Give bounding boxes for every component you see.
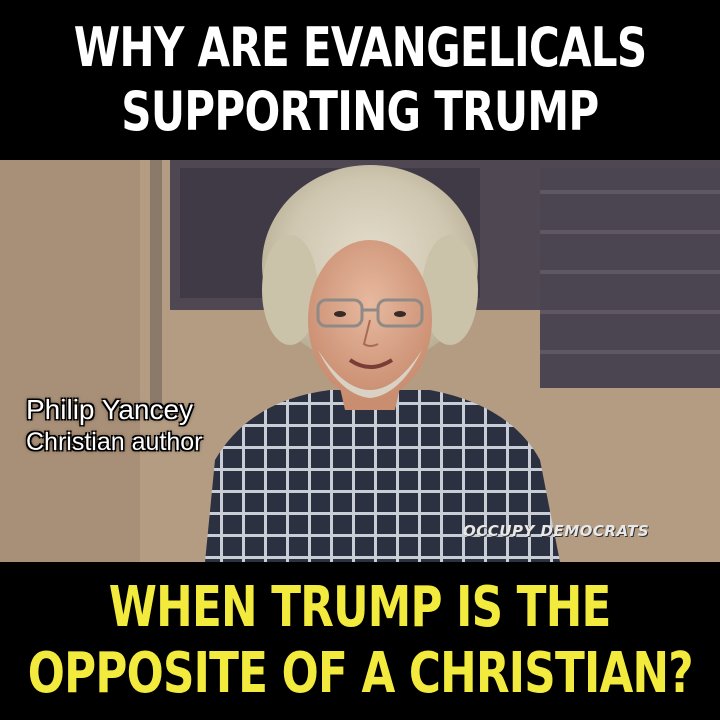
watermark-logo: OCCUPY DEMOCRATS — [463, 522, 650, 540]
headline-bottom-line-2: OPPOSITE OF A CHRISTIAN? — [27, 641, 693, 706]
headline-top-line-2: SUPPORTING TRUMP — [121, 80, 599, 143]
lower-third-caption: Philip Yancey Christian author — [26, 393, 202, 457]
headline-top-line-1: WHY ARE EVANGELICALS — [73, 16, 647, 79]
top-headline-band: WHY ARE EVANGELICALS SUPPORTING TRUMP — [0, 0, 720, 160]
speaker-title: Christian author — [26, 428, 203, 456]
headline-bottom-line-1: WHEN TRUMP IS THE — [109, 575, 612, 640]
bottom-headline-band: WHEN TRUMP IS THE OPPOSITE OF A CHRISTIA… — [0, 562, 720, 720]
interview-photo — [0, 160, 720, 562]
speaker-name: Philip Yancey — [26, 394, 194, 425]
